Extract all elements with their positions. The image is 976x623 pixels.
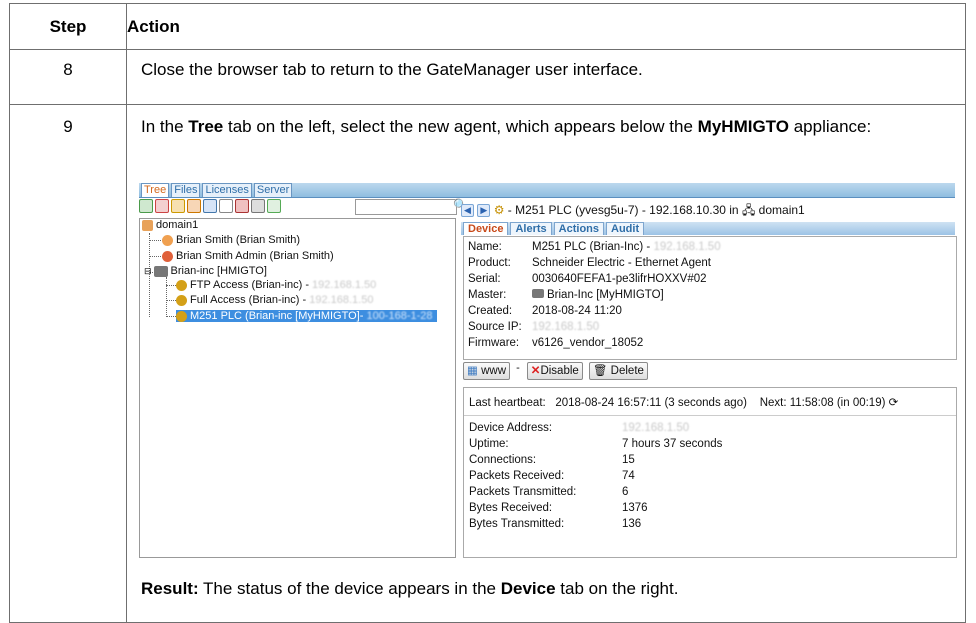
info-created: Created: 2018-08-24 11:20 xyxy=(468,305,622,317)
agent-gear-icon xyxy=(176,310,187,322)
x-icon: ✕ xyxy=(530,365,541,377)
info-product: Product: Schneider Electric - Ethernet Ag… xyxy=(468,257,711,269)
stat-connections: Connections: 15 xyxy=(469,454,635,466)
tab-actions[interactable]: Actions xyxy=(553,222,605,235)
stat-device-address: Device Address: 192.168.1.50 xyxy=(469,422,690,434)
tab-alerts[interactable]: Alerts xyxy=(510,222,552,235)
step-number-9: 9 xyxy=(9,104,127,623)
tab-audit[interactable]: Audit xyxy=(606,222,645,235)
heartbeat-line: Last heartbeat: 2018-08-24 16:57:11 (3 s… xyxy=(469,397,899,409)
alarm-icon[interactable] xyxy=(219,199,233,213)
collapse-icon[interactable]: ⊟ xyxy=(144,266,152,276)
tree-icon[interactable] xyxy=(171,199,185,213)
user-icon[interactable] xyxy=(187,199,201,213)
user-icon xyxy=(162,234,173,246)
stat-packets-received: Packets Received: 74 xyxy=(469,470,635,482)
agent-gear-icon xyxy=(176,279,187,291)
tab-tree[interactable]: Tree xyxy=(141,183,170,197)
back-icon[interactable]: ◀ xyxy=(461,204,474,218)
stat-bytes-transmitted: Bytes Transmitted: 136 xyxy=(469,518,642,530)
domain-icon: 🖧 xyxy=(741,203,756,217)
tree-connector xyxy=(149,240,161,241)
gatemanager-screenshot: TreeFilesLicensesServer 🔍 domain1 xyxy=(139,183,957,558)
device-tab-bar: Device Alerts Actions Audit xyxy=(461,222,955,235)
procedure-table: Step Action 8 Close the browser tab to r… xyxy=(9,3,966,623)
divider xyxy=(464,415,956,416)
tree-connector xyxy=(149,256,161,257)
appliance-icon xyxy=(532,289,544,298)
tab-server[interactable]: Server xyxy=(253,183,293,197)
agent-gear-icon xyxy=(176,294,187,306)
check-icon[interactable] xyxy=(267,199,281,213)
device-title: - M251 PLC (yvesg5u-7) - 192.168.10.30 i… xyxy=(507,203,739,217)
device-info-box: Name: M251 PLC (Brian-Inc) - 192.168.1.50… xyxy=(463,236,957,360)
device-action-buttons: ▦ www - ✕Disable 🗑 Delete xyxy=(463,362,651,380)
info-serial: Serial: 0030640FEFA1-pe3lifrHOXXV#02 xyxy=(468,273,707,285)
step-header: Step xyxy=(9,3,127,50)
tree-item-ftp-access[interactable]: FTP Access (Brian-inc) - 192.168.1.50 xyxy=(176,279,376,291)
step-9-action: In the Tree tab on the left, select the … xyxy=(126,104,966,623)
step-8-action: Close the browser tab to return to the G… xyxy=(126,49,966,105)
delete-button[interactable]: 🗑 Delete xyxy=(588,362,648,380)
stat-packets-transmitted: Packets Transmitted: 6 xyxy=(469,486,629,498)
tree-connector xyxy=(166,285,176,286)
tree-item-appliance[interactable]: ⊟ Brian-inc [HMIGTO] xyxy=(144,265,267,277)
domain-icon xyxy=(142,219,153,231)
tree-item-domain1[interactable]: domain1 xyxy=(142,219,198,231)
tree-item-user-admin[interactable]: Brian Smith Admin (Brian Smith) xyxy=(162,250,334,262)
pin-icon[interactable] xyxy=(155,199,169,213)
info-firmware: Firmware: v6126_vendor_18052 xyxy=(468,337,644,349)
group-icon[interactable] xyxy=(203,199,217,213)
refresh-icon[interactable] xyxy=(139,199,153,213)
agent-gear-icon: ⚙ xyxy=(493,203,505,217)
tree-panel: domain1 Brian Smith (Brian Smith) Brian … xyxy=(139,218,456,558)
tree-toolbar xyxy=(139,199,283,215)
tree-item-user[interactable]: Brian Smith (Brian Smith) xyxy=(162,234,300,246)
stat-bytes-received: Bytes Received: 1376 xyxy=(469,502,648,514)
device-status-box: Last heartbeat: 2018-08-24 16:57:11 (3 s… xyxy=(463,387,957,558)
button-separator: - xyxy=(516,362,520,374)
appliance-icon xyxy=(153,265,168,277)
tree-item-full-access[interactable]: Full Access (Brian-inc) - 192.168.1.50 xyxy=(176,294,373,306)
tab-device[interactable]: Device xyxy=(463,222,509,235)
step-9-instruction: In the Tree tab on the left, select the … xyxy=(141,117,872,136)
disable-button[interactable]: ✕Disable xyxy=(526,362,583,380)
info-master: Master: Brian-Inc [MyHMIGTO] xyxy=(468,289,664,301)
device-domain: domain1 xyxy=(758,203,805,217)
tree-search-input[interactable] xyxy=(355,199,457,215)
tree-connector xyxy=(166,316,176,317)
tab-files[interactable]: Files xyxy=(171,183,201,197)
tree-connector xyxy=(166,300,176,301)
tab-licenses[interactable]: Licenses xyxy=(202,183,252,197)
stat-uptime: Uptime: 7 hours 37 seconds xyxy=(469,438,723,450)
step-number-8: 8 xyxy=(9,49,127,105)
agent-icon[interactable] xyxy=(251,199,265,213)
appliance-icon[interactable] xyxy=(235,199,249,213)
refresh-icon[interactable]: ⟳ xyxy=(889,397,899,409)
step-9-result: Result: The status of the device appears… xyxy=(141,579,679,598)
trash-icon: 🗑 xyxy=(592,365,608,377)
www-button[interactable]: ▦ www xyxy=(463,362,510,380)
info-source-ip: Source IP: 192.168.1.50 xyxy=(468,321,600,333)
device-nav-line: ◀ ▶ ⚙ - M251 PLC (yvesg5u-7) - 192.168.1… xyxy=(461,201,805,222)
device-panel: ◀ ▶ ⚙ - M251 PLC (yvesg5u-7) - 192.168.1… xyxy=(461,198,957,558)
network-icon: ▦ xyxy=(467,365,478,377)
action-header: Action xyxy=(126,3,966,50)
tree-connector xyxy=(166,277,167,317)
forward-icon[interactable]: ▶ xyxy=(477,204,491,218)
info-name: Name: M251 PLC (Brian-Inc) - 192.168.1.50 xyxy=(468,241,721,253)
admin-user-icon xyxy=(162,250,173,262)
main-tab-bar: Tree Files Licenses Server xyxy=(139,183,955,198)
tree-item-m251-plc[interactable]: M251 PLC (Brian-inc [MyHMIGTO]- 100-168-… xyxy=(176,310,437,322)
